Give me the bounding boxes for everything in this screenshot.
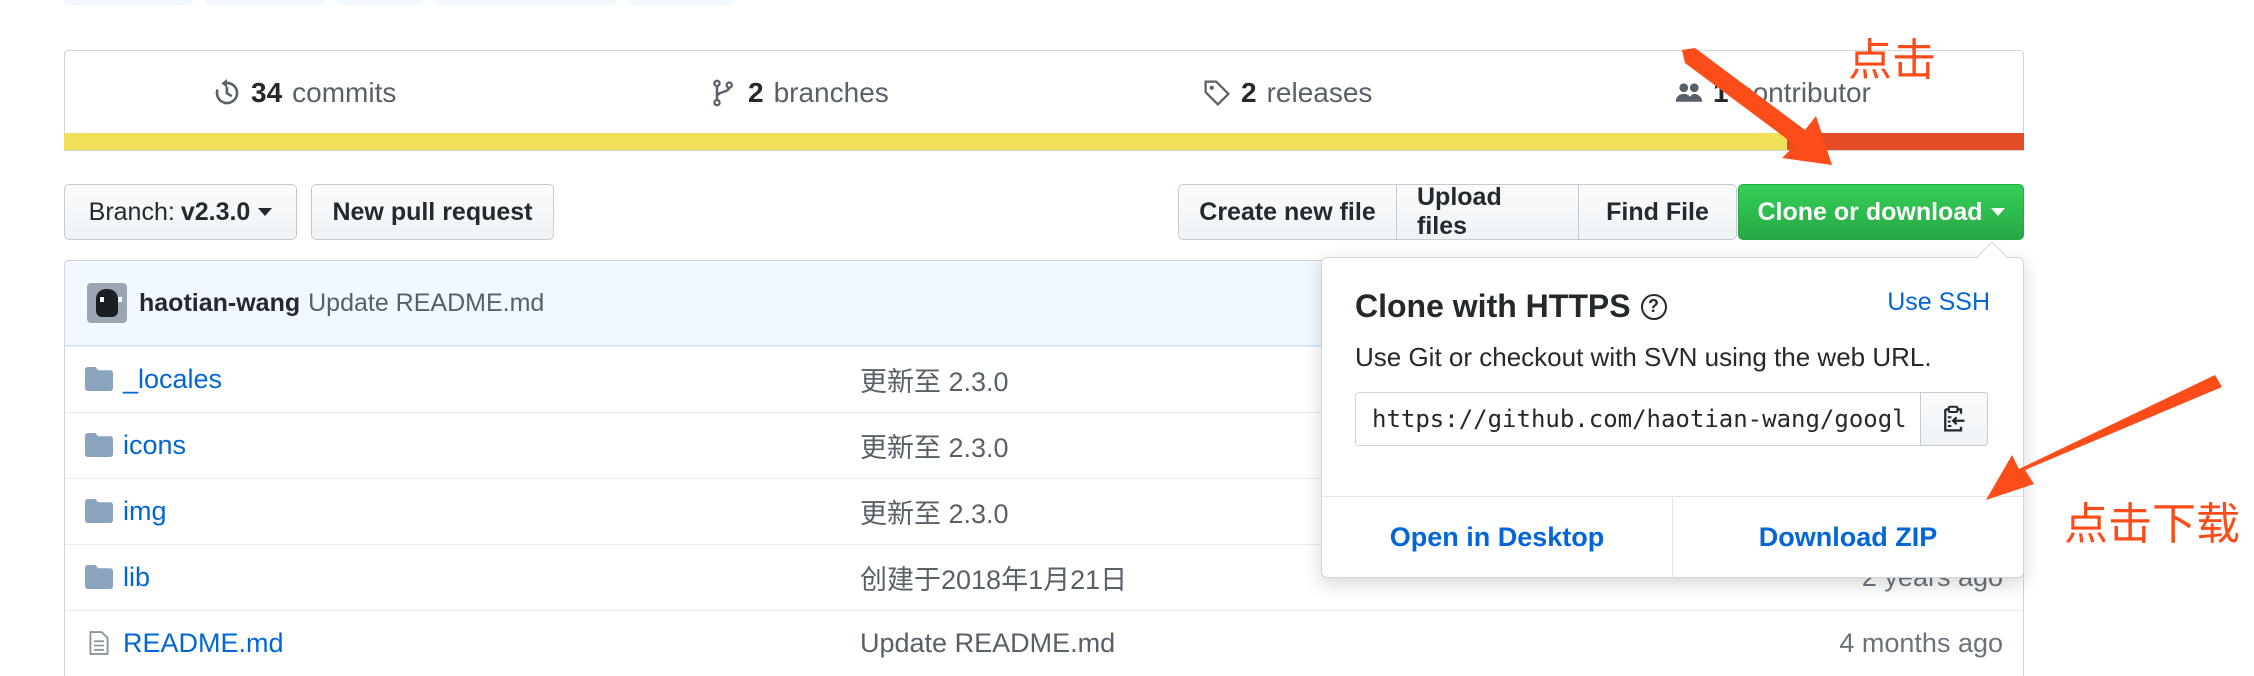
copy-url-button[interactable] bbox=[1920, 392, 1988, 446]
topic-tag[interactable] bbox=[628, 0, 734, 5]
file-icon bbox=[89, 631, 109, 655]
folder-icon bbox=[85, 499, 113, 523]
releases-label: releases bbox=[1266, 77, 1373, 108]
file-commit-message[interactable]: 更新至 2.3.0 bbox=[860, 492, 1009, 531]
chevron-down-icon bbox=[258, 208, 273, 216]
use-ssh-link[interactable]: Use SSH bbox=[1887, 288, 1990, 317]
commit-author-link[interactable]: haotian-wang bbox=[139, 289, 300, 318]
clone-or-download-button[interactable]: Clone or download bbox=[1738, 184, 2024, 240]
file-commit-message[interactable]: Update README.md bbox=[860, 628, 1115, 659]
file-age: 4 months ago bbox=[1839, 628, 2003, 658]
upload-files-button[interactable]: Upload files bbox=[1396, 183, 1579, 240]
branches-label: branches bbox=[773, 77, 889, 108]
branch-prefix: Branch: bbox=[88, 197, 175, 226]
new-pull-request-button[interactable]: New pull request bbox=[311, 184, 554, 240]
language-segment-javascript bbox=[64, 133, 1787, 150]
branch-name: v2.3.0 bbox=[180, 197, 251, 226]
chevron-down-icon bbox=[1990, 208, 2005, 216]
commits-count: 34 bbox=[251, 77, 283, 108]
branch-select-button[interactable]: Branch: v2.3.0 bbox=[64, 184, 297, 240]
contributors-count: 1 bbox=[1713, 77, 1729, 108]
people-icon bbox=[1675, 83, 1703, 102]
branches-count: 2 bbox=[748, 77, 764, 108]
branches-link[interactable]: 2 branches bbox=[710, 77, 889, 109]
topic-tag[interactable] bbox=[434, 0, 616, 5]
file-commit-message[interactable]: 创建于2018年1月21日 bbox=[860, 558, 1127, 597]
find-file-button[interactable]: Find File bbox=[1578, 184, 1737, 240]
table-row: README.md Update README.md 4 months ago bbox=[65, 610, 2023, 676]
file-actions-group: Create new file Upload files Find File bbox=[1178, 183, 1737, 240]
file-name-link[interactable]: README.md bbox=[123, 628, 284, 659]
file-name-link[interactable]: _locales bbox=[123, 364, 222, 395]
git-branch-icon bbox=[713, 79, 734, 107]
file-name-link[interactable]: lib bbox=[123, 562, 150, 593]
clone-description: Use Git or checkout with SVN using the w… bbox=[1355, 342, 1932, 372]
file-commit-message[interactable]: 更新至 2.3.0 bbox=[860, 360, 1009, 399]
releases-link[interactable]: 2 releases bbox=[1203, 77, 1372, 109]
clipboard-icon bbox=[1944, 405, 1965, 432]
clone-url-input[interactable]: https://github.com/haotian-wang/googl bbox=[1355, 392, 1921, 446]
language-bar[interactable] bbox=[64, 133, 2024, 150]
avatar[interactable] bbox=[87, 283, 127, 323]
clone-popup-title: Clone with HTTPS ? bbox=[1355, 288, 1667, 325]
commits-link[interactable]: 34 commits bbox=[213, 77, 396, 109]
folder-icon bbox=[85, 433, 113, 457]
topic-tag[interactable] bbox=[64, 0, 192, 5]
help-icon[interactable]: ? bbox=[1640, 293, 1667, 320]
file-commit-message[interactable]: 更新至 2.3.0 bbox=[860, 426, 1009, 465]
commit-message-link[interactable]: Update README.md bbox=[308, 289, 544, 318]
annotation-click-label: 点击 bbox=[1848, 35, 1936, 86]
topic-tag[interactable] bbox=[204, 0, 325, 5]
language-segment-html bbox=[1787, 133, 2024, 150]
folder-icon bbox=[85, 367, 113, 391]
create-new-file-button[interactable]: Create new file bbox=[1178, 184, 1397, 240]
tag-icon bbox=[1204, 80, 1230, 106]
topic-tag[interactable] bbox=[337, 0, 423, 5]
clone-button-label: Clone or download bbox=[1757, 197, 1983, 226]
file-name-link[interactable]: img bbox=[123, 496, 167, 527]
annotation-click-download-label: 点击下载 bbox=[2064, 499, 2240, 550]
download-zip-button[interactable]: Download ZIP bbox=[1673, 497, 2023, 578]
contributors-link[interactable]: 1 contributor bbox=[1675, 77, 1871, 109]
clone-popup: Clone with HTTPS ? Use SSH Use Git or ch… bbox=[1321, 257, 2024, 578]
releases-count: 2 bbox=[1241, 77, 1257, 108]
commits-label: commits bbox=[292, 77, 397, 108]
clone-title-text: Clone with HTTPS bbox=[1355, 288, 1631, 324]
history-icon bbox=[215, 79, 239, 105]
folder-icon bbox=[85, 565, 113, 589]
file-name-link[interactable]: icons bbox=[123, 430, 186, 461]
clone-popup-footer: Open in Desktop Download ZIP bbox=[1322, 496, 2023, 578]
open-in-desktop-button[interactable]: Open in Desktop bbox=[1322, 497, 1673, 578]
